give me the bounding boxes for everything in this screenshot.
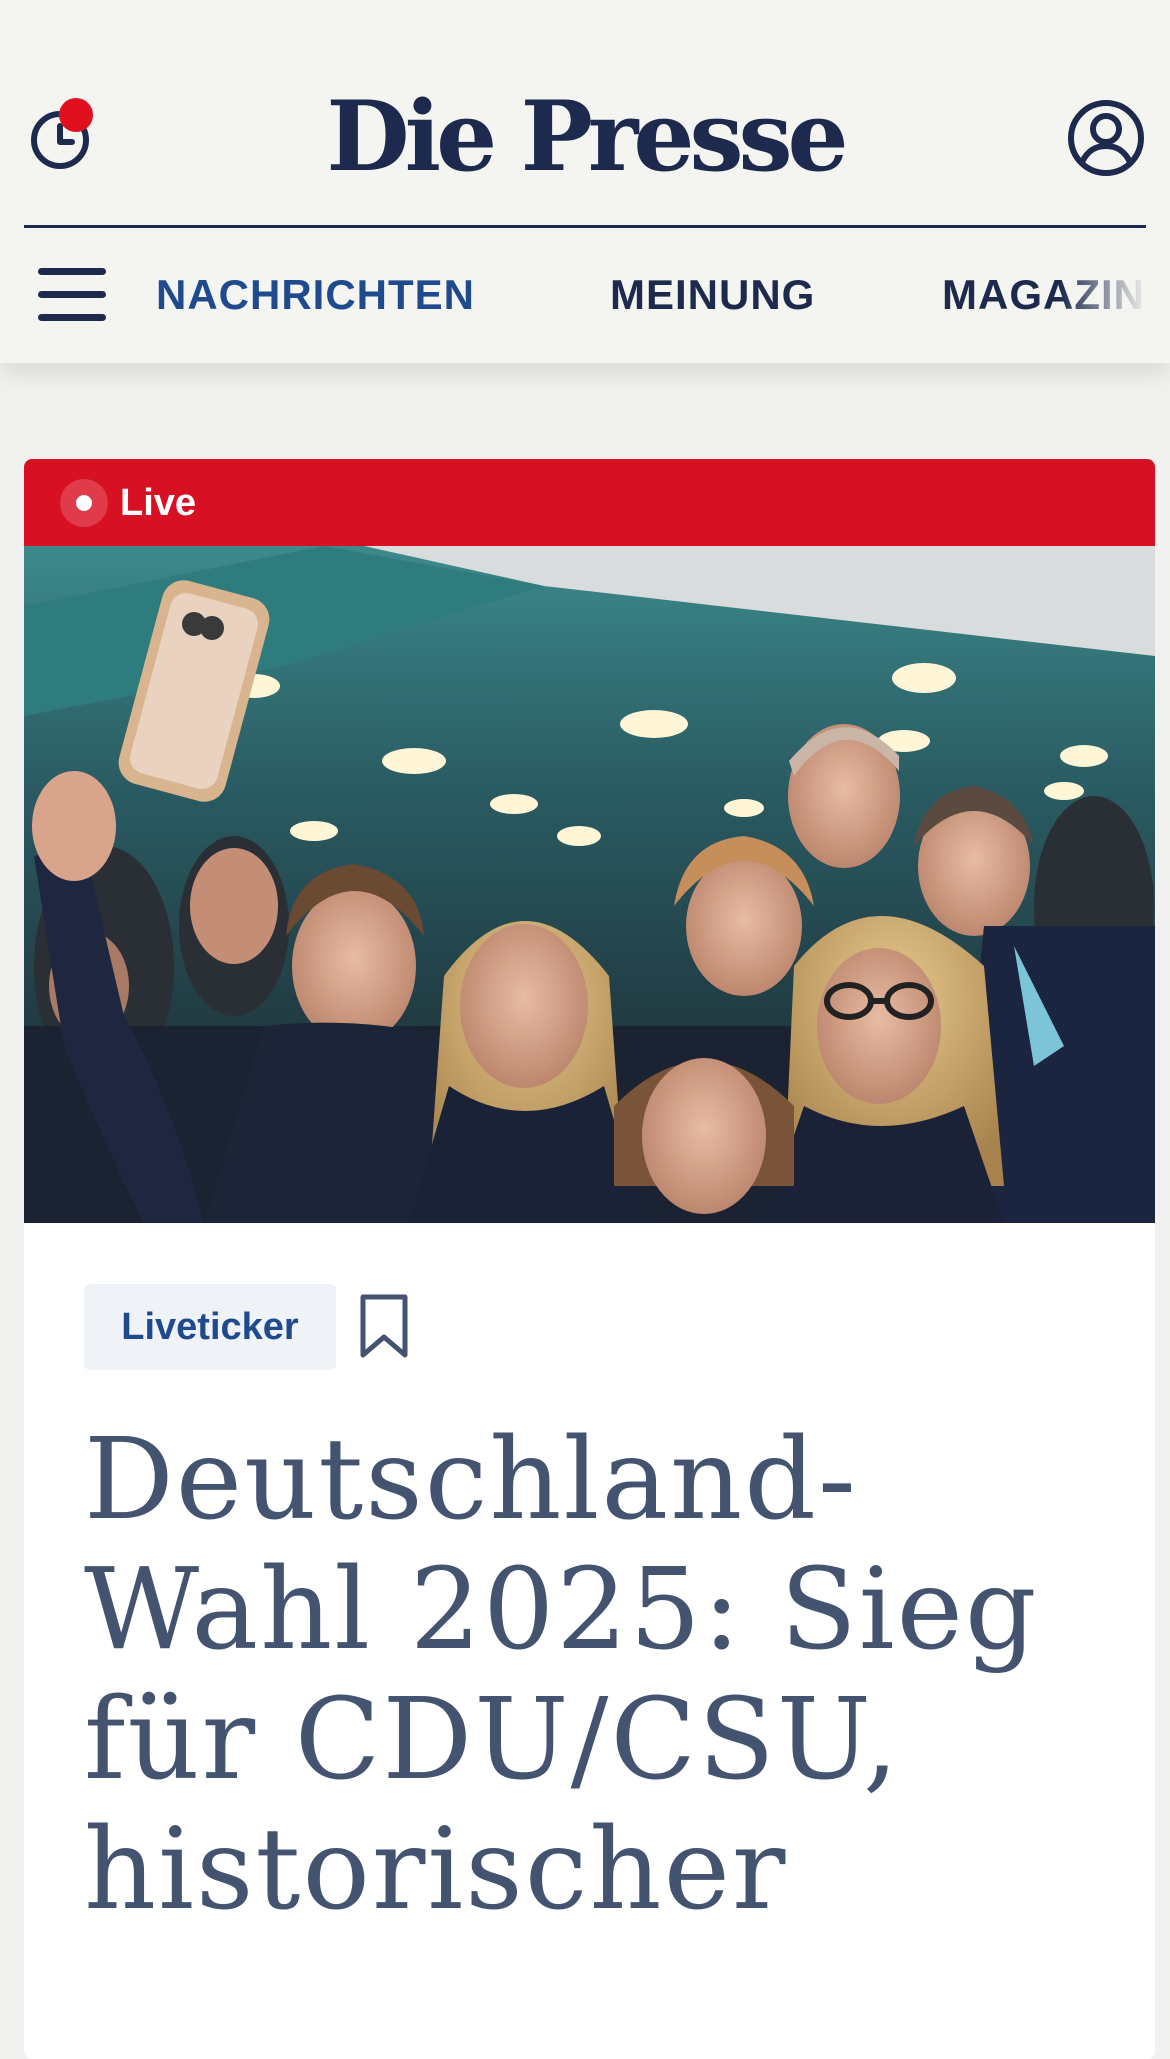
article-headline[interactable]: Deutschland-Wahl 2025: Sieg für CDU/CSU,… (84, 1415, 1124, 1935)
live-indicator-icon (60, 479, 108, 527)
site-header: Die Presse NACHRICHTEN MEINUNG MAGAZIN (0, 0, 1170, 363)
bookmark-button[interactable] (358, 1293, 410, 1359)
nav-item-meinung[interactable]: MEINUNG (610, 270, 815, 320)
article-card[interactable]: Live Liveticker Deutschland-Wahl 2025: S… (24, 459, 1155, 2059)
site-logo[interactable]: Die Presse (0, 82, 1170, 192)
hamburger-icon[interactable] (38, 268, 106, 322)
bookmark-icon (360, 1294, 408, 1358)
live-label: Live (120, 482, 197, 524)
nav-scroll-fade (1060, 260, 1170, 330)
account-button[interactable] (1066, 98, 1146, 178)
header-divider (24, 225, 1146, 228)
hero-photo (24, 546, 1155, 1223)
user-circle-icon (1068, 100, 1144, 176)
liveticker-tag[interactable]: Liveticker (84, 1284, 336, 1370)
nav-item-nachrichten[interactable]: NACHRICHTEN (156, 270, 475, 320)
article-hero-image[interactable] (24, 546, 1155, 1223)
live-banner: Live (24, 459, 1155, 546)
